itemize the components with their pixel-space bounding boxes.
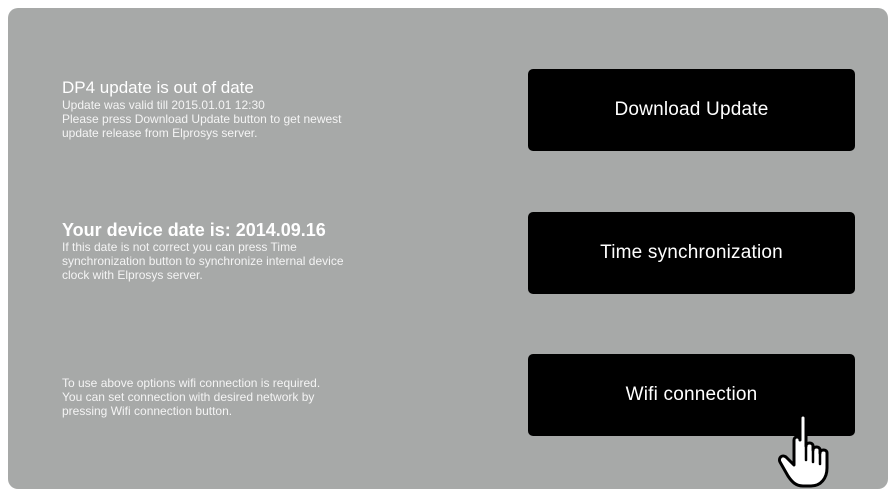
- hand-pointer-icon: [778, 413, 829, 488]
- time-desc-line-3: clock with Elprosys server.: [62, 268, 203, 282]
- time-desc-line-2: synchronization button to synchronize in…: [62, 254, 344, 268]
- wifi-info: To use above options wifi connection is …: [62, 376, 482, 418]
- time-desc-line-1: If this date is not correct you can pres…: [62, 240, 297, 254]
- download-update-button[interactable]: Download Update: [528, 69, 855, 151]
- time-synchronization-button-label: Time synchronization: [600, 242, 783, 263]
- update-desc-line-3: update release from Elprosys server.: [62, 126, 258, 140]
- update-status-title: DP4 update is out of date: [62, 78, 254, 97]
- wifi-desc-line-3: pressing Wifi connection button.: [62, 404, 233, 418]
- device-date-info: Your device date is: 2014.09.16 If this …: [62, 220, 482, 282]
- wifi-desc-line-2: You can set connection with desired netw…: [62, 390, 315, 404]
- update-desc-line-1: Update was valid till 2015.01.01 12:30: [62, 98, 265, 112]
- update-info: DP4 update is out of date Update was val…: [62, 78, 482, 140]
- device-date-title: Your device date is: 2014.09.16: [62, 220, 326, 240]
- wifi-desc-line-1: To use above options wifi connection is …: [62, 376, 321, 390]
- time-synchronization-button[interactable]: Time synchronization: [528, 212, 855, 294]
- download-update-button-label: Download Update: [614, 99, 769, 120]
- wifi-connection-button-label: Wifi connection: [625, 384, 758, 405]
- update-desc-line-2: Please press Download Update button to g…: [62, 112, 342, 126]
